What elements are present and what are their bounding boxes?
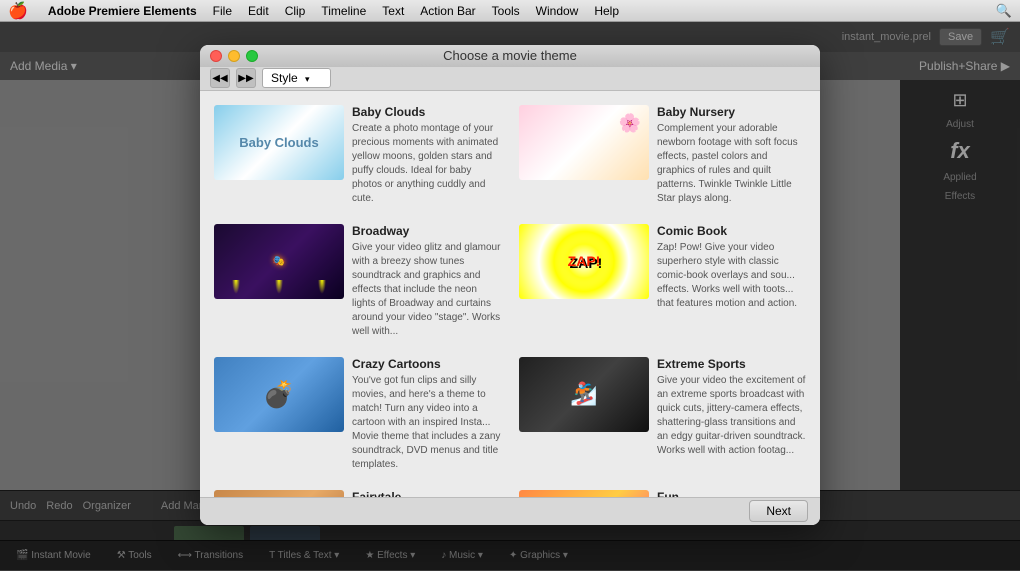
modal-title: Choose a movie theme <box>443 48 577 63</box>
close-button[interactable] <box>210 50 222 62</box>
menu-timeline[interactable]: Timeline <box>321 4 366 18</box>
theme-name-baby-nursery: Baby Nursery <box>657 105 806 119</box>
theme-desc-extreme-sports: Give your video the excitement of an ext… <box>657 374 806 458</box>
list-item[interactable]: 🌸 Baby Nursery Complement your adorable … <box>515 101 810 210</box>
traffic-lights <box>210 50 258 62</box>
list-item[interactable]: 🎭 Broadway Give your video glitz and gla… <box>210 220 505 343</box>
modal-footer: Next <box>200 497 820 525</box>
maximize-button[interactable] <box>246 50 258 62</box>
theme-desc-comic-book: Zap! Pow! Give your video superhero styl… <box>657 241 806 311</box>
theme-thumbnail-baby-nursery: 🌸 <box>519 105 649 180</box>
theme-info-fairytale: Fairytale Give your video classic charm … <box>352 490 501 497</box>
theme-info-comic-book: Comic Book Zap! Pow! Give your video sup… <box>657 224 806 311</box>
menu-action-bar[interactable]: Action Bar <box>420 4 475 18</box>
extreme-sports-thumb-text: 🏂 <box>570 381 597 407</box>
spotlight-icon[interactable]: 🔍 <box>996 3 1012 19</box>
menu-file[interactable]: File <box>213 4 232 18</box>
minimize-button[interactable] <box>228 50 240 62</box>
theme-name-fun: Fun <box>657 490 806 497</box>
comic-book-thumb-text: ZAP! <box>568 253 601 269</box>
modal-overlay: Choose a movie theme ◀◀ ▶▶ Style ▾ Baby … <box>0 0 1020 570</box>
list-item[interactable]: 📖 Fairytale Give your video classic char… <box>210 486 505 497</box>
stage-lights <box>214 280 344 294</box>
nav-back-button[interactable]: ◀◀ <box>210 68 230 88</box>
menu-bar: 🍎 Adobe Premiere Elements File Edit Clip… <box>0 0 1020 22</box>
menu-help[interactable]: Help <box>594 4 619 18</box>
theme-thumbnail-baby-clouds: Baby Clouds <box>214 105 344 180</box>
baby-clouds-thumb-text: Baby Clouds <box>239 135 318 150</box>
theme-desc-baby-clouds: Create a photo montage of your precious … <box>352 122 501 206</box>
theme-name-crazy-cartoons: Crazy Cartoons <box>352 357 501 371</box>
theme-desc-broadway: Give your video glitz and glamour with a… <box>352 241 501 339</box>
theme-thumbnail-crazy-cartoons: 💣 <box>214 357 344 432</box>
list-item[interactable]: 💣 Crazy Cartoons You've got fun clips an… <box>210 353 505 476</box>
theme-info-baby-nursery: Baby Nursery Complement your adorable ne… <box>657 105 806 206</box>
stage-light-2 <box>275 280 283 294</box>
list-item[interactable]: Baby Clouds Baby Clouds Create a photo m… <box>210 101 505 210</box>
theme-thumbnail-broadway: 🎭 <box>214 224 344 299</box>
list-item[interactable]: 🏂 Extreme Sports Give your video the exc… <box>515 353 810 476</box>
theme-name-baby-clouds: Baby Clouds <box>352 105 501 119</box>
chevron-down-icon: ▾ <box>305 74 310 84</box>
menu-text[interactable]: Text <box>382 4 404 18</box>
theme-grid: Baby Clouds Baby Clouds Create a photo m… <box>200 91 820 497</box>
theme-desc-baby-nursery: Complement your adorable newborn footage… <box>657 122 806 206</box>
menu-clip[interactable]: Clip <box>285 4 306 18</box>
theme-name-comic-book: Comic Book <box>657 224 806 238</box>
menu-window[interactable]: Window <box>536 4 579 18</box>
stage-light-3 <box>318 280 326 294</box>
next-button[interactable]: Next <box>749 500 808 522</box>
menu-edit[interactable]: Edit <box>248 4 269 18</box>
menu-tools[interactable]: Tools <box>492 4 520 18</box>
modal-titlebar: Choose a movie theme <box>200 45 820 67</box>
nav-forward-button[interactable]: ▶▶ <box>236 68 256 88</box>
modal-toolbar: ◀◀ ▶▶ Style ▾ <box>200 67 820 91</box>
theme-info-extreme-sports: Extreme Sports Give your video the excit… <box>657 357 806 458</box>
broadway-thumb-text: 🎭 <box>273 256 285 267</box>
theme-thumbnail-comic-book: ZAP! <box>519 224 649 299</box>
theme-thumbnail-extreme-sports: 🏂 <box>519 357 649 432</box>
theme-info-crazy-cartoons: Crazy Cartoons You've got fun clips and … <box>352 357 501 472</box>
theme-chooser-modal: Choose a movie theme ◀◀ ▶▶ Style ▾ Baby … <box>200 45 820 525</box>
theme-desc-crazy-cartoons: You've got fun clips and silly movies, a… <box>352 374 501 472</box>
theme-info-baby-clouds: Baby Clouds Create a photo montage of yo… <box>352 105 501 206</box>
style-label: Style <box>271 71 298 85</box>
theme-thumbnail-fairytale: 📖 <box>214 490 344 497</box>
nursery-decor-icon: 🌸 <box>619 113 641 134</box>
theme-info-fun: Fun Give your video some fun 50s style w… <box>657 490 806 497</box>
stage-light-1 <box>232 280 240 294</box>
theme-thumbnail-fun: 🎉 <box>519 490 649 497</box>
apple-icon: 🍎 <box>8 1 28 21</box>
crazy-cartoons-thumb-text: 💣 <box>263 379 295 410</box>
theme-name-extreme-sports: Extreme Sports <box>657 357 806 371</box>
theme-info-broadway: Broadway Give your video glitz and glamo… <box>352 224 501 339</box>
list-item[interactable]: 🎉 Fun Give your video some fun 50s style… <box>515 486 810 497</box>
style-dropdown[interactable]: Style ▾ <box>262 68 331 88</box>
list-item[interactable]: ZAP! Comic Book Zap! Pow! Give your vide… <box>515 220 810 343</box>
app-name: Adobe Premiere Elements <box>48 4 197 18</box>
theme-name-broadway: Broadway <box>352 224 501 238</box>
theme-name-fairytale: Fairytale <box>352 490 501 497</box>
